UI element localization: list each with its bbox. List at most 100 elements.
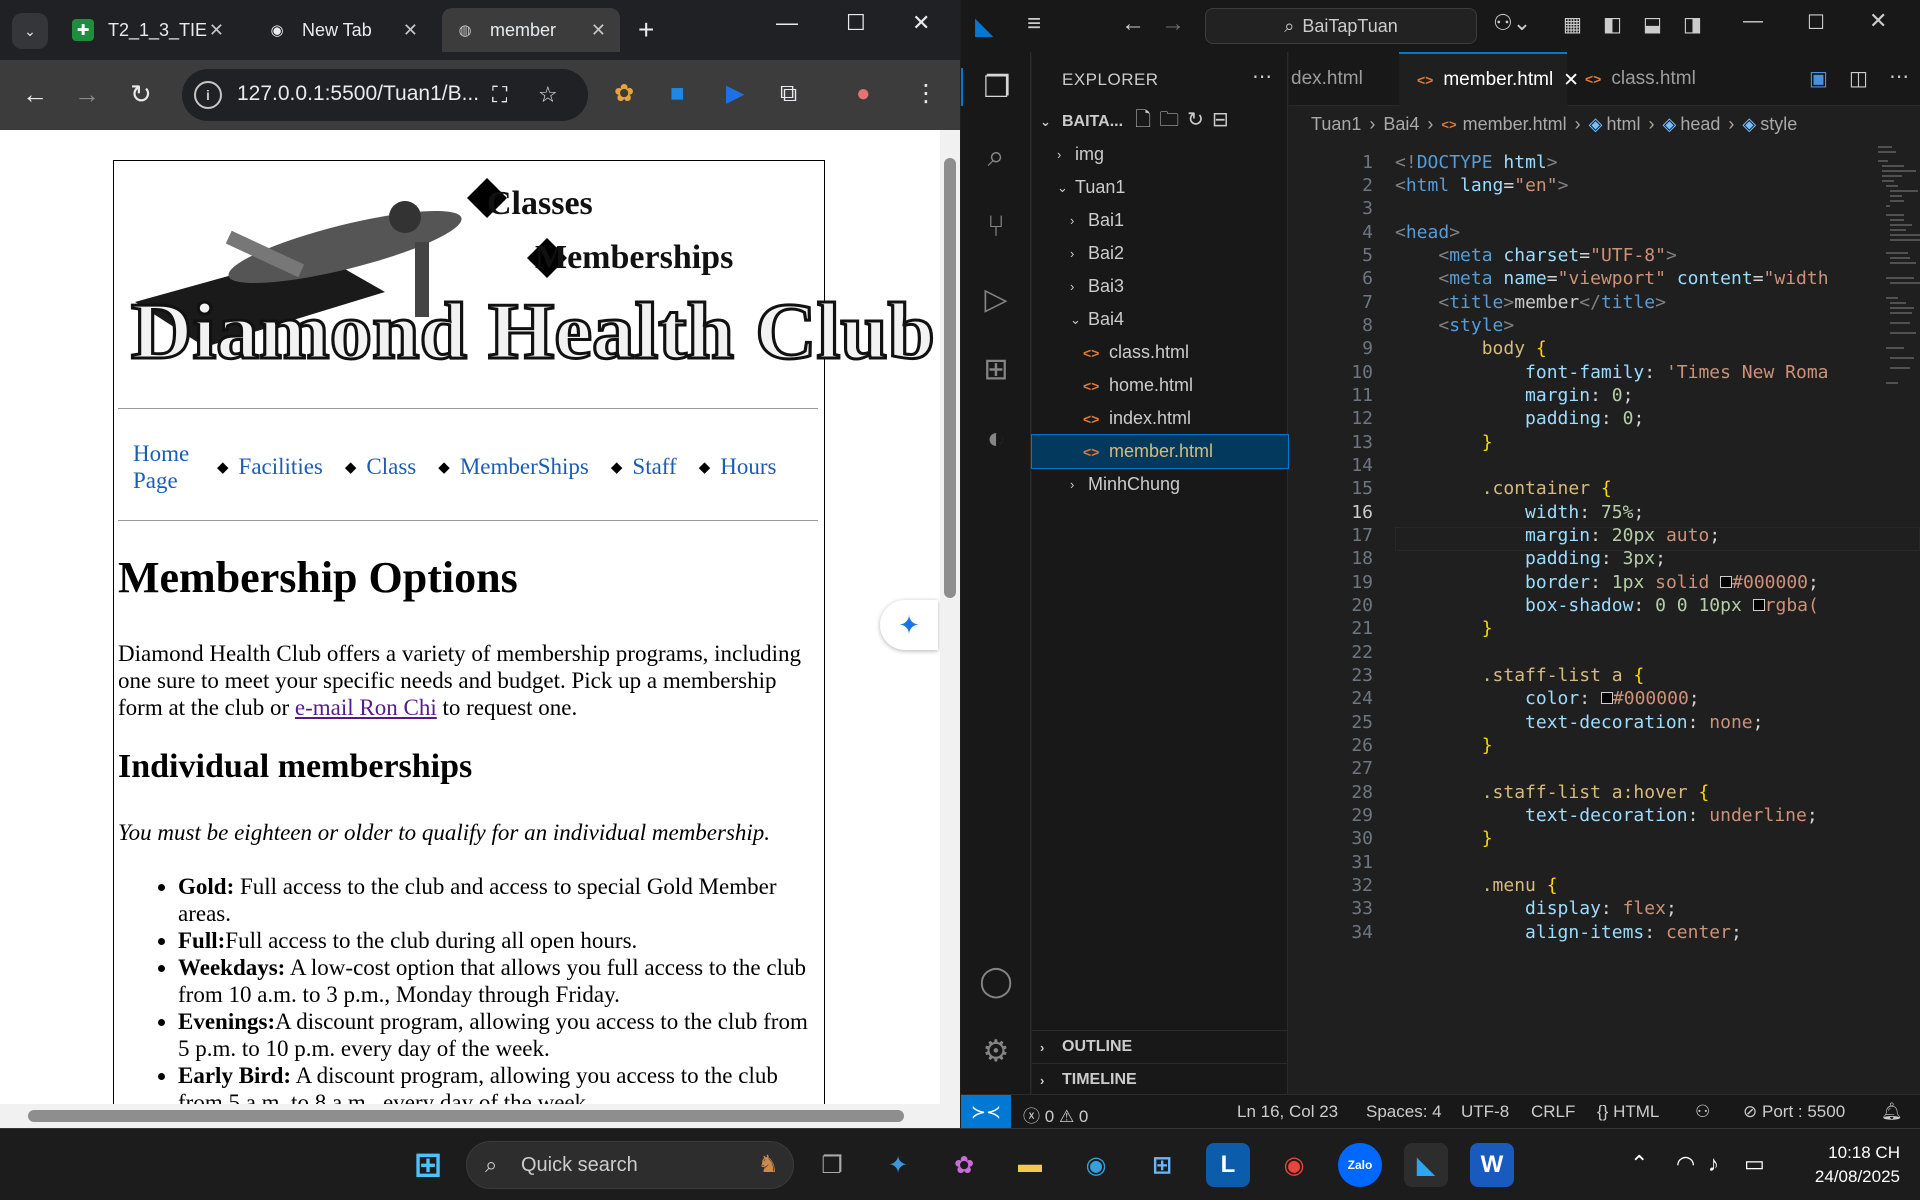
l-app-icon[interactable]: L: [1206, 1143, 1250, 1187]
toggle-panel-icon[interactable]: ⬓: [1643, 12, 1662, 37]
tab-new-tab[interactable]: ◉ New Tab ✕: [254, 8, 432, 52]
close-icon[interactable]: ✕: [209, 20, 224, 41]
microsoft-store-icon[interactable]: ⊞: [1140, 1143, 1184, 1187]
more-actions-icon[interactable]: ⋯: [1889, 64, 1909, 89]
folder-item[interactable]: ⌄ Tuan1: [1032, 171, 1288, 204]
search-icon[interactable]: ⌕: [977, 138, 1015, 176]
menu-home-page[interactable]: Home Page: [133, 440, 195, 494]
email-link[interactable]: e-mail Ron Chi: [295, 695, 437, 720]
site-info-icon[interactable]: i: [194, 81, 222, 109]
battery-icon[interactable]: ▭: [1744, 1151, 1765, 1177]
extensions-icon[interactable]: ⊞: [977, 350, 1015, 388]
live-server-port[interactable]: ⊘ Port : 5500: [1743, 1102, 1845, 1122]
encoding[interactable]: UTF-8: [1461, 1102, 1509, 1122]
tab-index-html[interactable]: dex.html: [1289, 52, 1399, 106]
copilot-app-icon[interactable]: ✿: [942, 1143, 986, 1187]
system-clock[interactable]: 10:18 CH 24/08/2025: [1800, 1141, 1900, 1189]
workspace-header[interactable]: ⌄ BAITA... 🗋🗀↻⊟: [1032, 105, 1288, 138]
line-ending[interactable]: CRLF: [1531, 1102, 1575, 1122]
zalo-icon[interactable]: Zalo: [1338, 1143, 1382, 1187]
hamburger-menu-icon[interactable]: ≡: [1027, 10, 1041, 38]
extensions-puzzle-icon[interactable]: ⧉: [780, 80, 797, 108]
menu-facilities[interactable]: Facilities: [239, 454, 323, 480]
droplet-extension-icon[interactable]: ■: [670, 80, 685, 108]
breadcrumb-item[interactable]: html: [1606, 114, 1640, 135]
profile-avatar[interactable]: ●: [856, 80, 871, 108]
cursor-position[interactable]: Ln 16, Col 23: [1237, 1102, 1338, 1122]
file-item[interactable]: <> home.html: [1032, 369, 1288, 402]
folder-item[interactable]: › img: [1032, 138, 1288, 171]
folder-item[interactable]: ⌄ Bai4: [1032, 303, 1288, 336]
maximize-button[interactable]: ☐: [846, 10, 866, 36]
breadcrumb-item[interactable]: head: [1680, 114, 1720, 135]
close-icon[interactable]: ✕: [403, 20, 418, 41]
file-item[interactable]: <> class.html: [1032, 336, 1288, 369]
indentation[interactable]: Spaces: 4: [1366, 1102, 1442, 1122]
gemini-sparkle-button[interactable]: ✦: [880, 600, 938, 650]
vertical-scroll-thumb[interactable]: [944, 158, 956, 598]
folder-item[interactable]: › Bai1: [1032, 204, 1288, 237]
tab-search-button[interactable]: ⌄: [12, 13, 48, 49]
new-tab-button[interactable]: +: [638, 14, 654, 46]
breadcrumb-item[interactable]: member.html: [1463, 114, 1567, 135]
tab-class-html[interactable]: <> class.html: [1567, 52, 1717, 106]
url-text[interactable]: 127.0.0.1:5500/Tuan1/B...: [237, 82, 479, 106]
menu-memberships[interactable]: MemberShips: [460, 454, 589, 480]
horizontal-scroll-thumb[interactable]: [28, 1110, 904, 1122]
command-center[interactable]: ⌕ BaiTapTuan: [1205, 8, 1477, 44]
language-mode[interactable]: {} HTML: [1597, 1102, 1659, 1122]
breadcrumb-item[interactable]: Tuan1: [1311, 114, 1361, 135]
wifi-icon[interactable]: ◠: [1676, 1151, 1695, 1177]
task-view-icon[interactable]: ❐: [810, 1143, 854, 1187]
reload-icon[interactable]: ↻: [130, 79, 152, 109]
python-icon[interactable]: ◐: [977, 420, 1015, 458]
split-editor-icon[interactable]: ◫: [1849, 66, 1868, 91]
close-icon[interactable]: ✕: [591, 20, 606, 41]
run-debug-icon[interactable]: ▷: [977, 280, 1015, 318]
word-icon[interactable]: W: [1470, 1143, 1514, 1187]
minimap[interactable]: [1876, 142, 1920, 442]
chevron-up-icon[interactable]: ⌃: [1630, 1151, 1648, 1177]
toggle-secondary-sidebar-icon[interactable]: ◨: [1683, 12, 1702, 37]
taskbar-search[interactable]: ⌕ Quick search ♞: [466, 1141, 794, 1189]
address-bar[interactable]: i 127.0.0.1:5500/Tuan1/B... ⛶ ☆: [182, 69, 588, 121]
close-window-button[interactable]: ✕: [912, 10, 930, 36]
folder-item[interactable]: › Bai2: [1032, 237, 1288, 270]
copilot-status-icon[interactable]: ⚇: [1695, 1102, 1710, 1122]
tab-member-html[interactable]: <> member.html ✕: [1399, 52, 1579, 106]
app-pre-icon[interactable]: ✦: [876, 1143, 920, 1187]
problems-indicator[interactable]: ⓧ 0 ⚠ 0: [1023, 1102, 1088, 1127]
menu-staff[interactable]: Staff: [632, 454, 676, 480]
vscode-taskbar-icon[interactable]: ◣: [1404, 1143, 1448, 1187]
minimize-button[interactable]: —: [1743, 10, 1763, 33]
timeline-section[interactable]: › TIMELINE: [1032, 1063, 1288, 1096]
remote-indicator-icon[interactable]: ≻≺: [961, 1095, 1011, 1129]
tab-member[interactable]: ◍ member ✕: [442, 8, 620, 52]
explorer-actions-icons[interactable]: 🗋🗀↻⊟: [1135, 105, 1237, 139]
folder-item[interactable]: › MinhChung: [1032, 468, 1288, 501]
maximize-button[interactable]: ☐: [1807, 10, 1825, 35]
translate-icon[interactable]: ⛶: [492, 82, 507, 108]
breadcrumb-item[interactable]: Bai4: [1383, 114, 1419, 135]
cookie-extension-icon[interactable]: ✿: [614, 80, 634, 108]
more-actions-icon[interactable]: ⋯: [1252, 64, 1272, 89]
customize-layout-icon[interactable]: ▦: [1563, 12, 1582, 37]
tab-sheets[interactable]: ✚ T2_1_3_TIE ✕: [60, 8, 238, 52]
accounts-icon[interactable]: ◯: [977, 962, 1015, 1000]
open-preview-icon[interactable]: ▣: [1809, 66, 1828, 91]
chrome-taskbar-icon[interactable]: ◉: [1272, 1143, 1316, 1187]
volume-icon[interactable]: ♪: [1708, 1151, 1719, 1177]
bookmark-star-icon[interactable]: ☆: [538, 82, 558, 108]
minimize-button[interactable]: —: [776, 10, 798, 36]
outline-section[interactable]: › OUTLINE: [1032, 1030, 1288, 1063]
explorer-icon[interactable]: ❐: [961, 68, 1031, 106]
menu-kebab-icon[interactable]: ⋮: [914, 80, 938, 108]
play-extension-icon[interactable]: ▶: [726, 80, 744, 108]
start-button-icon[interactable]: ⊞: [406, 1143, 450, 1187]
copilot-icon[interactable]: ⚇⌄: [1493, 10, 1531, 36]
menu-hours[interactable]: Hours: [720, 454, 776, 480]
folder-item[interactable]: › Bai3: [1032, 270, 1288, 303]
gear-icon[interactable]: ⚙: [977, 1032, 1015, 1070]
source-control-icon[interactable]: ⑂: [977, 208, 1015, 246]
back-icon[interactable]: ←: [1121, 10, 1145, 38]
